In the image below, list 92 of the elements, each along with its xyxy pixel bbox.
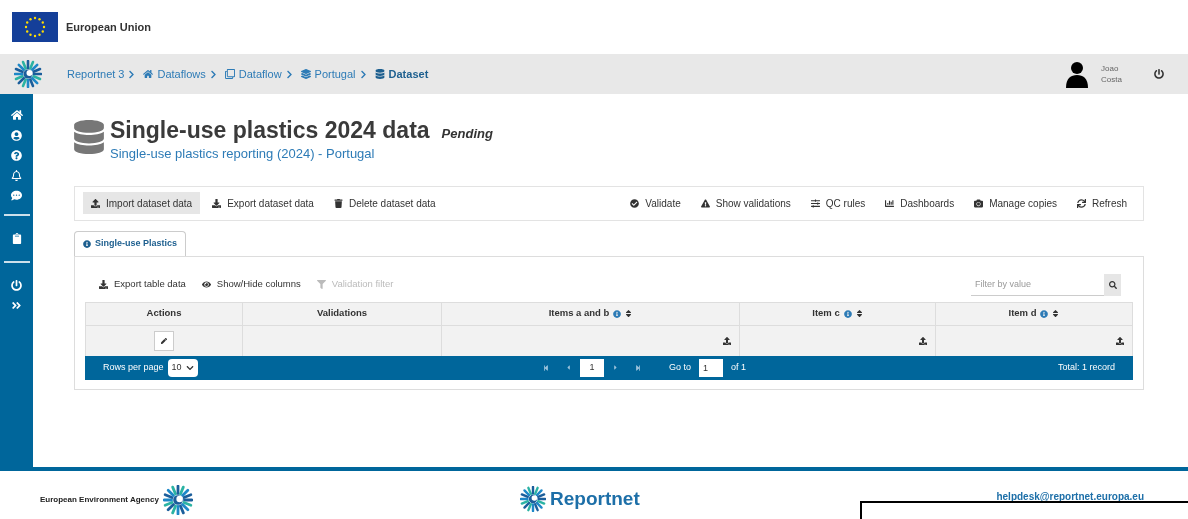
- sort-icon[interactable]: [855, 309, 863, 318]
- table-action-button[interactable]: Show/Hide columns: [195, 277, 307, 292]
- user-icon[interactable]: [11, 130, 22, 141]
- column-header[interactable]: Item c: [740, 302, 936, 325]
- toolbar-button[interactable]: Manage copies: [966, 192, 1065, 214]
- stack-icon: [300, 69, 311, 79]
- database-icon: [374, 69, 385, 79]
- avatar-icon: [1065, 60, 1090, 88]
- breadcrumb-link[interactable]: Portugal: [300, 65, 356, 83]
- comment-icon[interactable]: [11, 190, 22, 201]
- info-icon: [843, 309, 852, 318]
- agency-logo-icon: [162, 485, 193, 515]
- chevron-icon: [359, 69, 367, 79]
- search-icon: [1108, 280, 1117, 289]
- helpdesk-link[interactable]: helpdesk@reportnet.europa.eu: [996, 489, 1144, 504]
- chevron-icon: [128, 69, 136, 79]
- previous-page-icon[interactable]: [565, 364, 572, 371]
- toolbar-button[interactable]: Delete dataset data: [325, 192, 444, 214]
- breadcrumb-link[interactable]: Dataset: [374, 65, 429, 83]
- toolbar-button[interactable]: Import dataset data: [83, 192, 201, 214]
- home-icon: [143, 69, 154, 79]
- chevron-icon: [209, 69, 217, 79]
- power-icon[interactable]: [11, 280, 22, 291]
- breadcrumb-link[interactable]: Reportnet 3: [67, 65, 125, 83]
- help-icon[interactable]: [11, 150, 22, 161]
- upload-icon[interactable]: [919, 336, 927, 345]
- rows-per-page-select[interactable]: 10: [167, 358, 198, 377]
- database-icon: [74, 120, 104, 154]
- upload-icon[interactable]: [1116, 336, 1124, 345]
- pencil-icon: [161, 337, 167, 344]
- status-label: Pending: [441, 125, 493, 143]
- page-button[interactable]: 1: [580, 358, 604, 377]
- search-button[interactable]: [1104, 273, 1121, 296]
- column-header[interactable]: Item d: [936, 302, 1132, 325]
- table-action-button[interactable]: Export table data: [93, 277, 192, 292]
- table-tab[interactable]: Single-use Plastics: [74, 230, 187, 256]
- rows-per-page-label: Rows per page: [103, 360, 164, 374]
- info-icon: [613, 309, 622, 318]
- trash-icon: [333, 198, 343, 208]
- logout-icon[interactable]: [1154, 69, 1164, 79]
- user-first-name: Joao: [1101, 63, 1120, 74]
- go-to-field[interactable]: 1: [699, 358, 723, 377]
- header-title: European Union: [66, 19, 151, 35]
- toolbar-button[interactable]: QC rules: [802, 192, 874, 214]
- user-last-name: Costa: [1101, 74, 1122, 85]
- download-icon: [212, 198, 222, 208]
- dataset-title: Single-use plastics 2024 data: [110, 116, 430, 144]
- upload-icon: [91, 198, 100, 208]
- toolbar-button[interactable]: Dashboards: [877, 192, 963, 214]
- chart-icon: [885, 198, 895, 208]
- toolbar-button[interactable]: Refresh: [1069, 192, 1135, 214]
- info-icon: [83, 239, 91, 248]
- toolbar-button[interactable]: Show validations: [692, 192, 799, 214]
- clipboard-icon[interactable]: [11, 233, 22, 244]
- warning-icon: [700, 198, 710, 208]
- column-header: Validations: [243, 302, 442, 325]
- toolbar-button[interactable]: Export dataset data: [204, 192, 322, 214]
- caret-icon: [185, 363, 194, 372]
- next-page-icon[interactable]: [612, 364, 619, 371]
- sort-icon[interactable]: [625, 309, 633, 318]
- upload-icon[interactable]: [723, 336, 731, 345]
- bell-icon[interactable]: [11, 170, 22, 181]
- expand-icon[interactable]: [11, 300, 22, 311]
- column-header: Actions: [86, 302, 243, 325]
- edit-button[interactable]: [154, 330, 174, 351]
- eye-icon: [201, 280, 211, 289]
- sort-icon[interactable]: [1052, 309, 1060, 318]
- agency-name: European Environment Agency: [40, 494, 159, 506]
- dataflow-link[interactable]: Single-use plastics reporting (2024) - Portugal: [110, 144, 493, 164]
- first-page-icon[interactable]: [543, 364, 549, 371]
- page-count: of 1: [731, 360, 747, 374]
- camera-icon: [974, 198, 984, 208]
- filter-field[interactable]: Filter by value: [971, 273, 1104, 296]
- info-icon: [1040, 309, 1049, 318]
- filter-icon: [316, 280, 326, 289]
- breadcrumb-link[interactable]: Dataflows: [143, 65, 206, 83]
- refresh-icon: [1077, 198, 1086, 208]
- logo-icon: [14, 60, 42, 88]
- last-page-icon[interactable]: [635, 364, 641, 371]
- copy-icon: [224, 69, 235, 79]
- toolbar-button[interactable]: Validate: [622, 192, 689, 214]
- total-records: Total: 1 record: [1057, 360, 1115, 374]
- chevron-icon: [285, 69, 293, 79]
- column-header[interactable]: Items a and b: [442, 302, 740, 325]
- go-to-label: Go to: [669, 360, 691, 374]
- download-icon: [99, 280, 108, 289]
- reportnet-logo-icon: [520, 486, 546, 513]
- home-icon[interactable]: [10, 109, 23, 121]
- breadcrumb-link[interactable]: Dataflow: [224, 65, 282, 83]
- sliders-icon: [810, 198, 820, 208]
- brand-name: Reportnet: [550, 487, 640, 511]
- flag-icon: [12, 12, 58, 42]
